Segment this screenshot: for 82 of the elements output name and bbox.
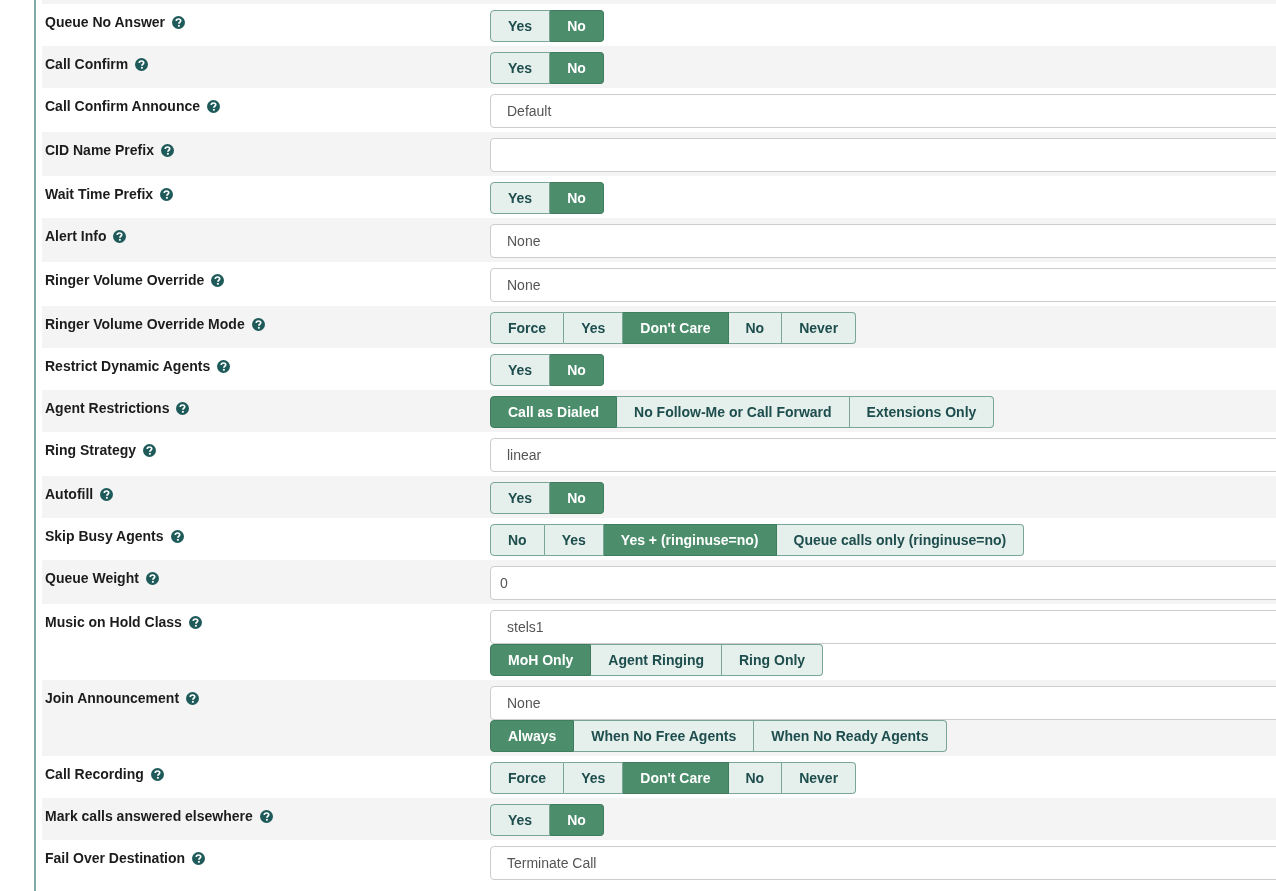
help-icon[interactable]: [170, 530, 184, 543]
option-button[interactable]: Force: [490, 312, 565, 344]
help-icon[interactable]: [211, 274, 225, 287]
setting-label: Join Announcement: [45, 690, 180, 706]
option-button[interactable]: Yes: [564, 762, 624, 794]
help-icon[interactable]: [186, 692, 200, 705]
option-button[interactable]: Don't Care: [623, 762, 729, 794]
option-button[interactable]: Agent Ringing: [591, 644, 722, 676]
option-button[interactable]: MoH Only: [490, 644, 592, 676]
option-button[interactable]: No: [550, 804, 604, 836]
input-field[interactable]: 0: [490, 566, 1276, 600]
setting-label: Call Confirm: [45, 56, 129, 72]
setting-label: Agent Restrictions: [45, 400, 170, 416]
select-field[interactable]: linear: [490, 438, 1276, 472]
setting-label: Queue Weight: [45, 570, 139, 586]
option-button[interactable]: Yes: [490, 482, 551, 514]
option-button[interactable]: No: [728, 762, 783, 794]
help-icon[interactable]: [160, 144, 174, 157]
setting-label: Mark calls answered elsewhere: [45, 808, 253, 824]
help-icon[interactable]: [259, 810, 273, 823]
option-button[interactable]: Ring Only: [722, 644, 824, 676]
setting-label: CID Name Prefix: [45, 142, 154, 158]
help-icon[interactable]: [188, 616, 202, 629]
setting-label: Music on Hold Class: [45, 614, 182, 630]
option-button[interactable]: Yes: [564, 312, 624, 344]
option-button[interactable]: Never: [782, 762, 857, 794]
option-button[interactable]: When No Free Agents: [574, 720, 755, 752]
option-button[interactable]: No Follow-Me or Call Forward: [617, 396, 850, 428]
help-icon[interactable]: [192, 852, 206, 865]
option-button[interactable]: No: [550, 354, 604, 386]
setting-label: Call Recording: [45, 766, 144, 782]
help-icon[interactable]: [150, 768, 164, 781]
help-icon[interactable]: [251, 318, 265, 331]
option-button[interactable]: Yes: [490, 182, 551, 214]
option-button[interactable]: No: [550, 10, 604, 42]
setting-label: Ring Strategy: [45, 442, 136, 458]
help-icon[interactable]: [207, 100, 221, 113]
option-button[interactable]: No: [550, 52, 604, 84]
help-icon[interactable]: [160, 188, 174, 201]
option-button[interactable]: Yes: [490, 52, 551, 84]
option-button[interactable]: Always: [490, 720, 575, 752]
help-icon[interactable]: [172, 16, 186, 29]
help-icon[interactable]: [176, 402, 190, 415]
setting-label: Wait Time Prefix: [45, 186, 154, 202]
setting-label: Call Confirm Announce: [45, 98, 201, 114]
help-icon[interactable]: [100, 488, 114, 501]
setting-label: Alert Info: [45, 228, 107, 244]
option-button[interactable]: Yes + (ringinuse=no): [603, 524, 777, 556]
select-field[interactable]: None: [490, 224, 1276, 258]
option-button[interactable]: Don't Care: [623, 312, 729, 344]
option-button[interactable]: Never: [782, 312, 857, 344]
select-field[interactable]: None: [490, 268, 1276, 302]
setting-label: Queue No Answer: [45, 14, 166, 30]
option-button[interactable]: When No Ready Agents: [754, 720, 947, 752]
option-button[interactable]: Call as Dialed: [490, 396, 618, 428]
select-field[interactable]: None: [490, 686, 1276, 720]
option-button[interactable]: Extensions Only: [849, 396, 995, 428]
select-field[interactable]: Default: [490, 94, 1276, 128]
option-button[interactable]: No: [550, 182, 604, 214]
help-icon[interactable]: [145, 572, 159, 585]
help-icon[interactable]: [217, 360, 231, 373]
setting-label: Skip Busy Agents: [45, 528, 164, 544]
help-icon[interactable]: [113, 230, 127, 243]
option-button[interactable]: Force: [490, 762, 565, 794]
input-field[interactable]: [490, 138, 1276, 172]
setting-label: Ringer Volume Override: [45, 272, 205, 288]
option-button[interactable]: Yes: [490, 10, 551, 42]
help-icon[interactable]: [135, 58, 149, 71]
option-button[interactable]: No: [550, 482, 604, 514]
select-field[interactable]: Terminate Call: [490, 846, 1276, 880]
setting-label: Ringer Volume Override Mode: [45, 316, 245, 332]
select-field[interactable]: stels1: [490, 610, 1276, 644]
setting-label: Autofill: [45, 486, 94, 502]
setting-label: Fail Over Destination: [45, 850, 186, 866]
option-button[interactable]: Yes: [544, 524, 604, 556]
setting-label: Restrict Dynamic Agents: [45, 358, 211, 374]
option-button[interactable]: Queue calls only (ringinuse=no): [776, 524, 1025, 556]
option-button[interactable]: Yes: [490, 354, 551, 386]
option-button[interactable]: No: [490, 524, 545, 556]
help-icon[interactable]: [143, 444, 156, 457]
option-button[interactable]: No: [728, 312, 783, 344]
option-button[interactable]: Yes: [490, 804, 551, 836]
